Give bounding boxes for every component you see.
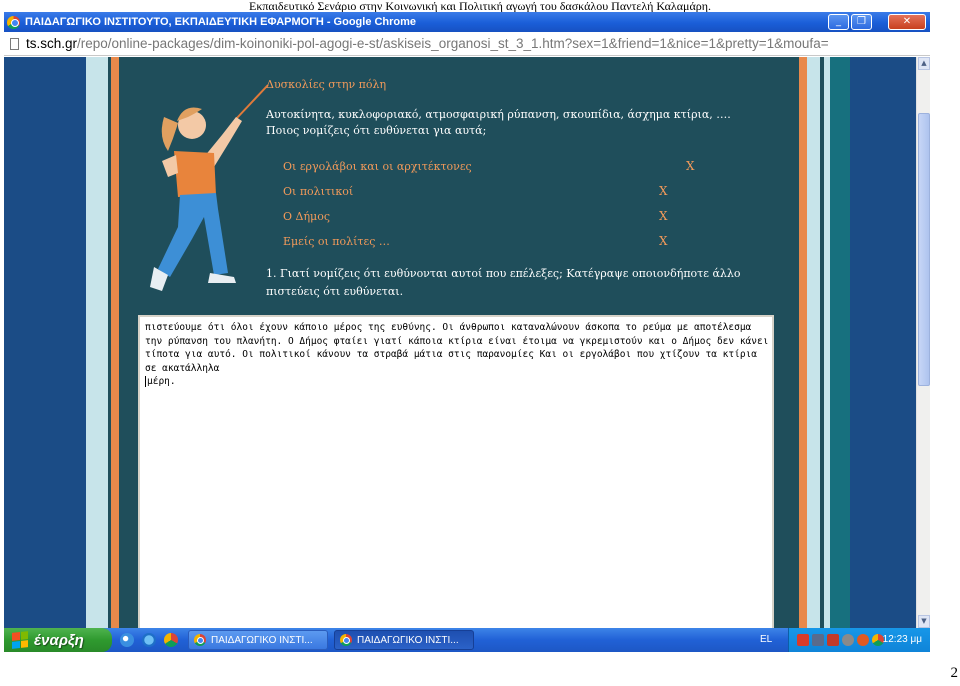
option-item[interactable]: Εμείς οι πολίτες … <box>283 235 390 248</box>
page-viewport: Δυσκολίες στην πόλη Αυτοκίνητα, κυκλοφορ… <box>4 57 916 628</box>
task-label: ΠΑΙΔΑΓΩΓΙΚΟ ΙΝΣΤΙ... <box>357 634 459 646</box>
address-bar[interactable]: ts.sch.gr/repo/online-packages/dim-koino… <box>4 32 930 56</box>
girl-illustration <box>150 84 269 291</box>
window-title: ΠΑΙΔΑΓΩΓΙΚΟ ΙΝΣΤΙΤΟΥΤΟ, ΕΚΠΑΙΔΕΥΤΙΚΗ ΕΦΑ… <box>25 16 417 28</box>
decor-stripe <box>799 57 807 628</box>
vertical-scrollbar[interactable]: ▲ ▼ <box>916 57 930 628</box>
network-icon[interactable] <box>812 634 824 646</box>
option-mark[interactable]: X <box>659 184 668 198</box>
taskbar-task[interactable]: ΠΑΙΔΑΓΩΓΙΚΟ ΙΝΣΤΙ... <box>334 630 474 650</box>
url-host: ts.sch.gr <box>26 36 78 51</box>
system-tray: 12:23 μμ <box>788 628 930 652</box>
browser-window: ΠΑΙΔΑΓΩΓΙΚΟ ΙΝΣΤΙΤΟΥΤΟ, ΕΚΠΑΙΔΕΥΤΙΚΗ ΕΦΑ… <box>4 12 930 652</box>
taskbar-task[interactable]: ΠΑΙΔΑΓΩΓΙΚΟ ΙΝΣΤΙ... <box>188 630 328 650</box>
option-item[interactable]: Οι πολιτικοί <box>283 185 353 198</box>
url-path: /repo/online-packages/dim-koinoniki-pol-… <box>77 36 829 51</box>
start-label: έναρξη <box>34 631 84 649</box>
app-tray-icon[interactable] <box>827 634 839 646</box>
window-controls: _ ❐ ✕ <box>828 14 926 30</box>
chrome-quicklaunch-icon[interactable] <box>164 633 178 647</box>
pdf-icon[interactable] <box>797 634 809 646</box>
answer-body: πιστεύουμε ότι όλοι έχουν κάποιο μέρος τ… <box>145 322 775 374</box>
scroll-thumb[interactable] <box>918 113 930 386</box>
minimize-button[interactable]: _ <box>828 14 849 30</box>
language-indicator[interactable]: EL <box>760 634 772 645</box>
option-mark[interactable]: X <box>659 209 668 223</box>
scroll-up-icon[interactable]: ▲ <box>918 57 930 70</box>
option-mark[interactable]: X <box>659 234 668 248</box>
chrome-icon <box>340 634 352 646</box>
intro-line: Αυτοκίνητα, κυκλοφοριακό, ατμοσφαιρική ρ… <box>266 108 731 121</box>
option-item[interactable]: Οι εργολάβοι και οι αρχιτέκτονες <box>283 160 472 173</box>
show-desktop-icon[interactable] <box>120 633 134 647</box>
scroll-down-icon[interactable]: ▼ <box>918 615 930 628</box>
task-label: ΠΑΙΔΑΓΩΓΙΚΟ ΙΝΣΤΙ... <box>211 634 313 646</box>
start-button[interactable]: έναρξη <box>4 628 112 652</box>
internet-explorer-icon[interactable] <box>142 633 156 647</box>
clock: 12:23 μμ <box>882 634 922 645</box>
chrome-icon <box>194 634 206 646</box>
answer-end: μέρη. <box>147 376 176 387</box>
close-button[interactable]: ✕ <box>888 14 926 30</box>
text-caret <box>145 376 146 387</box>
option-mark[interactable]: X <box>686 159 695 173</box>
page-heading: Δυσκολίες στην πόλη <box>266 78 387 91</box>
update-icon[interactable] <box>857 634 869 646</box>
title-bar[interactable]: ΠΑΙΔΑΓΩΓΙΚΟ ΙΝΣΤΙΤΟΥΤΟ, ΕΚΠΑΙΔΕΥΤΙΚΗ ΕΦΑ… <box>4 12 930 32</box>
answer-text: πιστεύουμε ότι όλοι έχουν κάποιο μέρος τ… <box>145 321 769 389</box>
windows-flag-icon <box>12 631 28 649</box>
answer-textarea[interactable]: πιστεύουμε ότι όλοι έχουν κάποιο μέρος τ… <box>138 315 774 628</box>
intro-line: Ποιος νομίζεις ότι ευθύνεται για αυτά; <box>266 124 487 137</box>
page-number: 2 <box>950 665 959 681</box>
page-icon <box>10 37 19 50</box>
volume-icon[interactable] <box>842 634 854 646</box>
taskbar: έναρξη ΠΑΙΔΑΓΩΓΙΚΟ ΙΝΣΤΙ... ΠΑΙΔΑΓΩΓΙΚΟ … <box>4 628 930 652</box>
url-field[interactable]: ts.sch.gr/repo/online-packages/dim-koino… <box>26 36 829 51</box>
decor-stripe <box>111 57 119 628</box>
decor-stripe <box>86 57 108 628</box>
option-item[interactable]: Ο Δήμος <box>283 210 330 223</box>
maximize-button[interactable]: ❐ <box>851 14 872 30</box>
decor-stripe <box>830 57 850 628</box>
chrome-icon <box>7 15 20 29</box>
decor-stripe <box>807 57 820 628</box>
intro-text: Αυτοκίνητα, κυκλοφοριακό, ατμοσφαιρική ρ… <box>266 107 776 139</box>
question-text: 1. Γιατί νομίζεις ότι ευθύνονται αυτοί π… <box>266 267 741 298</box>
